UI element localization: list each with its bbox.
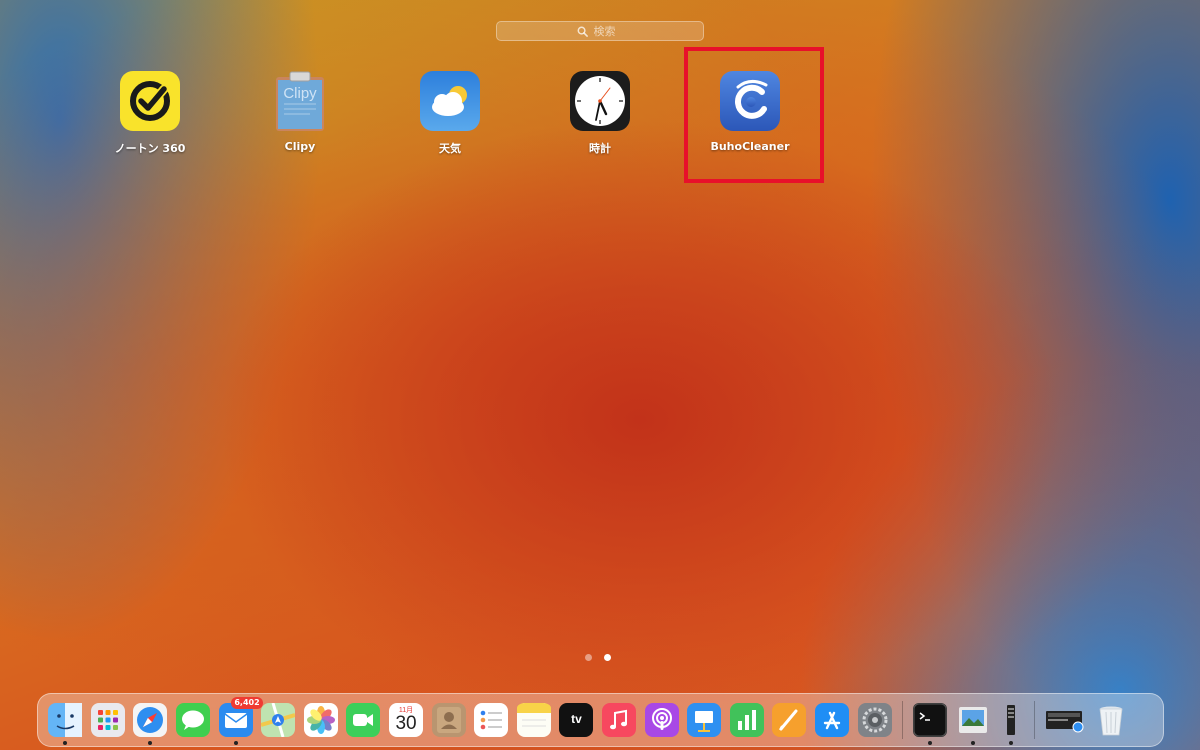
dock-mail[interactable]: 6,402 <box>218 697 263 745</box>
page-dot-1[interactable] <box>585 654 592 661</box>
photos-icon <box>303 703 338 737</box>
dock-messages[interactable] <box>176 703 211 737</box>
trash-icon <box>1099 706 1123 736</box>
messages-icon <box>176 703 211 737</box>
dock-launchpad[interactable] <box>90 703 125 737</box>
clock-icon <box>570 71 630 131</box>
dock-safari[interactable] <box>133 703 168 745</box>
dock-preview[interactable] <box>956 703 990 745</box>
safari-icon <box>133 703 168 737</box>
dock-facetime[interactable] <box>346 703 381 737</box>
running-indicator <box>148 741 153 745</box>
app-label: Clipy <box>284 140 316 153</box>
app-norton-360[interactable]: ノートン 360 <box>90 71 210 156</box>
dock-podcasts[interactable] <box>644 703 679 737</box>
dock-finder[interactable] <box>48 703 83 745</box>
dock-contacts[interactable] <box>431 703 466 737</box>
dock-music[interactable] <box>602 703 637 737</box>
keynote-icon <box>687 703 722 737</box>
page-indicator <box>585 654 611 661</box>
app-store-icon <box>814 703 849 737</box>
clipy-icon: Clipy <box>270 71 330 131</box>
dock-screenshot[interactable] <box>1045 703 1085 737</box>
terminal-icon <box>913 703 948 737</box>
dock-pages[interactable] <box>772 703 807 737</box>
app-weather[interactable]: 天気 <box>390 71 510 156</box>
app-clipy[interactable]: Clipy Clipy <box>240 71 360 153</box>
dock-separator <box>1034 701 1036 739</box>
running-indicator <box>1009 741 1014 745</box>
app-label: ノートン 360 <box>114 142 186 155</box>
app-clock[interactable]: 時計 <box>540 71 660 156</box>
screenshot-icon <box>1046 711 1084 733</box>
notes-icon <box>516 703 551 737</box>
dock-numbers[interactable] <box>729 703 764 737</box>
dock-terminal[interactable] <box>913 703 948 745</box>
pages-icon <box>772 703 807 737</box>
dock-notes[interactable] <box>516 703 551 737</box>
clipy-tile-text: Clipy <box>283 85 317 102</box>
dock: 6,402 11月 30 tv <box>37 693 1164 747</box>
dock-sidebar-app[interactable] <box>1004 703 1018 745</box>
reminders-icon <box>474 703 509 737</box>
running-indicator <box>63 741 68 745</box>
system-preferences-icon <box>857 703 892 737</box>
facetime-icon <box>346 703 381 737</box>
dock-system-preferences[interactable] <box>857 703 892 737</box>
sidebar-app-icon <box>1007 705 1016 735</box>
magnifier-icon <box>577 26 588 37</box>
launchpad-icon <box>90 703 125 737</box>
preview-icon <box>958 707 987 733</box>
podcasts-icon <box>644 703 679 737</box>
highlight-box <box>684 47 824 183</box>
running-indicator <box>233 741 238 745</box>
app-label: 天気 <box>439 142 461 155</box>
dock-trash[interactable] <box>1094 703 1128 737</box>
running-indicator <box>970 741 975 745</box>
dock-photos[interactable] <box>303 703 338 737</box>
dock-maps[interactable] <box>261 703 296 737</box>
app-label: 時計 <box>589 142 611 155</box>
maps-icon <box>261 703 296 737</box>
finder-icon <box>48 703 83 737</box>
running-indicator <box>928 741 933 745</box>
numbers-icon <box>729 703 764 737</box>
music-icon <box>602 703 637 737</box>
norton-icon <box>120 71 180 131</box>
search-field[interactable] <box>496 21 704 41</box>
weather-icon <box>420 71 480 131</box>
dock-separator <box>901 701 903 739</box>
search-input[interactable] <box>593 24 624 38</box>
page-dot-2[interactable] <box>604 654 611 661</box>
apple-tv-label: tv <box>571 712 582 726</box>
dock-app-store[interactable] <box>814 703 849 737</box>
dock-calendar[interactable]: 11月 30 <box>389 703 424 737</box>
contacts-icon <box>431 703 466 737</box>
dock-reminders[interactable] <box>474 703 509 737</box>
mail-badge: 6,402 <box>231 697 263 709</box>
dock-apple-tv[interactable]: tv <box>559 703 594 737</box>
calendar-day: 30 <box>395 713 417 734</box>
dock-keynote[interactable] <box>687 703 722 737</box>
